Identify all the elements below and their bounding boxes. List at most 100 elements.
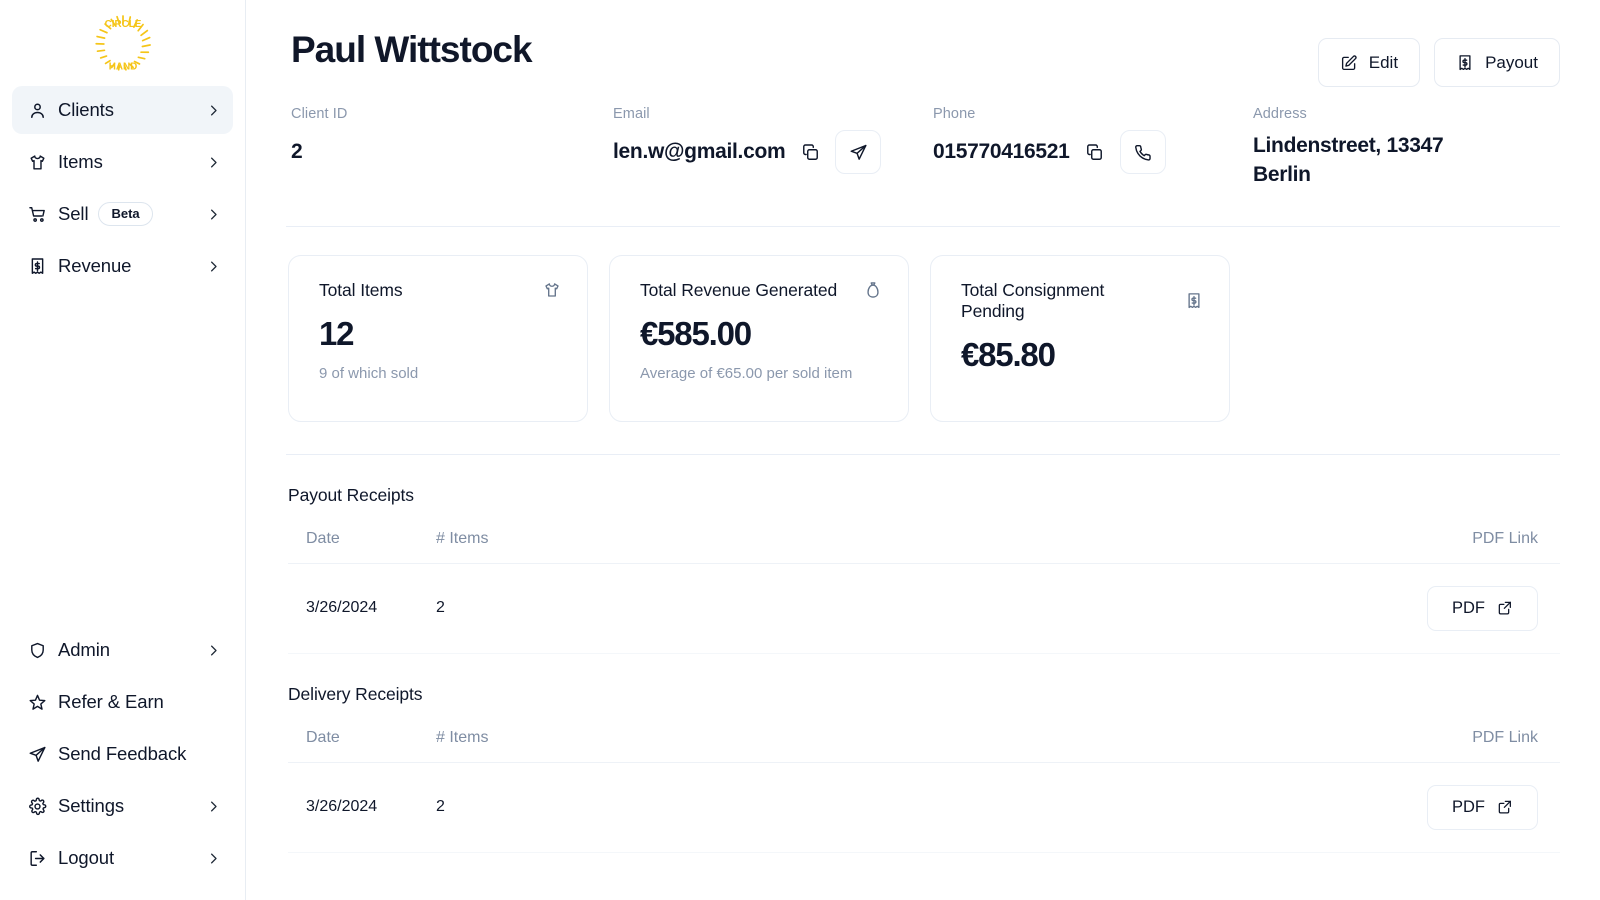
call-phone-button[interactable]: [1119, 130, 1166, 174]
gear-icon: [26, 795, 48, 817]
edit-button[interactable]: Edit: [1317, 38, 1421, 87]
chevron-right-icon: [206, 799, 221, 814]
sidebar-item-label: Logout: [58, 847, 114, 868]
svg-text:HAND: HAND: [108, 61, 137, 72]
table-row: 3/26/2024 2 PDF: [288, 563, 1560, 654]
stat-card-value: 12: [319, 314, 355, 352]
delivery-receipts-section: Delivery Receipts Date # Items PDF Link …: [286, 654, 1560, 853]
main-content: Paul Wittstock Edit Payout Client ID 2 E…: [246, 0, 1600, 900]
table-row: 3/26/2024 2 PDF: [288, 762, 1560, 853]
sidebar: CIRCLE HAND Clients Items Sell Beta Reve…: [0, 0, 246, 900]
svg-text:CIRCLE: CIRCLE: [104, 19, 141, 30]
stat-card-consignment-pending: Total Consignment Pending €85.80: [930, 254, 1230, 422]
receipt-dollar-icon: [1456, 54, 1474, 72]
sidebar-item-logout[interactable]: Logout: [12, 834, 233, 882]
chevron-right-icon: [206, 643, 221, 658]
cell-date: 3/26/2024: [288, 563, 418, 654]
tshirt-icon: [26, 151, 48, 173]
pdf-button-label: PDF: [1452, 797, 1485, 816]
stat-card-subtitle: Average of €65.00 per sold item: [640, 364, 853, 382]
address-field: Address Lindenstreet, 13347 Berlin: [1253, 106, 1555, 190]
address-line-2: Berlin: [1253, 162, 1311, 186]
phone-label: Phone: [933, 106, 976, 122]
phone-value: 015770416521: [933, 140, 1070, 163]
stat-card-subtitle: 9 of which sold: [319, 364, 419, 382]
sidebar-item-label: Sell: [58, 203, 89, 224]
stat-card-total-items: Total Items 12 9 of which sold: [288, 254, 588, 422]
beta-badge: Beta: [98, 202, 153, 226]
table-header-row: Date # Items PDF Link: [288, 515, 1560, 564]
sidebar-item-clients[interactable]: Clients: [12, 86, 233, 134]
pdf-link-button[interactable]: PDF: [1427, 784, 1538, 830]
square-pen-icon: [1340, 54, 1358, 72]
email-value: len.w@gmail.com: [613, 140, 786, 163]
sidebar-item-label: Send Feedback: [58, 743, 187, 764]
email-field: Email len.w@gmail.com: [613, 106, 933, 174]
cell-items: 2: [418, 762, 578, 853]
chevron-right-icon: [206, 207, 221, 222]
app-logo[interactable]: CIRCLE HAND: [0, 0, 245, 86]
sidebar-item-send-feedback[interactable]: Send Feedback: [12, 730, 233, 778]
stat-card-total-revenue: Total Revenue Generated €585.00 Average …: [609, 254, 909, 422]
app-root: CIRCLE HAND Clients Items Sell Beta Reve…: [0, 0, 1600, 900]
address-line-1: Lindenstreet, 13347: [1253, 134, 1444, 157]
column-header-pdf-link: PDF Link: [578, 714, 1560, 763]
chevron-right-icon: [206, 259, 221, 274]
copy-email-icon[interactable]: [799, 141, 821, 163]
sidebar-item-label: Items: [58, 151, 103, 172]
client-info-row: Client ID 2 Email len.w@gmail.com Phone …: [286, 87, 1560, 190]
logout-icon: [26, 847, 48, 869]
chevron-right-icon: [206, 851, 221, 866]
chevron-right-icon: [206, 103, 221, 118]
column-header-date: Date: [288, 714, 418, 763]
tshirt-icon: [543, 281, 561, 299]
cell-pdf-link: PDF: [578, 762, 1560, 853]
user-icon: [26, 99, 48, 121]
edit-button-label: Edit: [1368, 52, 1399, 72]
external-link-icon: [1497, 799, 1513, 815]
column-header-date: Date: [288, 515, 418, 564]
stat-card-title: Total Items: [319, 279, 403, 300]
column-header-items: # Items: [418, 515, 578, 564]
send-icon: [26, 743, 48, 765]
sidebar-nav-secondary: Admin Refer & Earn Send Feedback Setting…: [0, 626, 245, 900]
send-email-button[interactable]: [835, 130, 882, 174]
phone-icon: [1133, 143, 1152, 162]
sidebar-item-items[interactable]: Items: [12, 138, 233, 186]
client-id-label: Client ID: [291, 106, 348, 122]
payout-button[interactable]: Payout: [1434, 38, 1560, 87]
receipt-dollar-icon: [26, 255, 48, 277]
cell-date: 3/26/2024: [288, 762, 418, 853]
sidebar-item-admin[interactable]: Admin: [12, 626, 233, 674]
sidebar-item-sell[interactable]: Sell Beta: [12, 190, 233, 238]
pdf-link-button[interactable]: PDF: [1427, 585, 1538, 631]
sidebar-item-revenue[interactable]: Revenue: [12, 242, 233, 290]
stat-card-value: €85.80: [961, 335, 1056, 373]
payout-button-label: Payout: [1485, 52, 1538, 72]
payout-receipts-title: Payout Receipts: [288, 484, 414, 505]
payout-receipts-section: Payout Receipts Date # Items PDF Link 3/…: [286, 455, 1560, 654]
sidebar-item-label: Refer & Earn: [58, 691, 164, 712]
receipt-dollar-icon: [1185, 292, 1203, 310]
sidebar-item-label: Admin: [58, 639, 110, 660]
cell-items: 2: [418, 563, 578, 654]
address-label: Address: [1253, 106, 1307, 122]
copy-phone-icon[interactable]: [1084, 141, 1106, 163]
cart-icon: [26, 203, 48, 225]
stat-card-value: €585.00: [640, 314, 752, 352]
column-header-items: # Items: [418, 714, 578, 763]
circle-hand-logo-icon: CIRCLE HAND: [94, 15, 151, 72]
column-header-pdf-link: PDF Link: [578, 515, 1560, 564]
client-id-field: Client ID 2: [291, 106, 613, 174]
email-label: Email: [613, 106, 650, 122]
page-header: Paul Wittstock Edit Payout: [286, 0, 1560, 87]
star-icon: [26, 691, 48, 713]
stat-card-title: Total Consignment Pending: [961, 279, 1105, 321]
sidebar-nav-primary: Clients Items Sell Beta Revenue: [0, 86, 245, 290]
sidebar-item-settings[interactable]: Settings: [12, 782, 233, 830]
delivery-receipts-table: Date # Items PDF Link 3/26/2024 2 PDF: [288, 714, 1560, 853]
sidebar-item-label: Revenue: [58, 255, 132, 276]
sidebar-item-label: Clients: [58, 99, 114, 120]
shield-icon: [26, 639, 48, 661]
sidebar-item-refer-and-earn[interactable]: Refer & Earn: [12, 678, 233, 726]
